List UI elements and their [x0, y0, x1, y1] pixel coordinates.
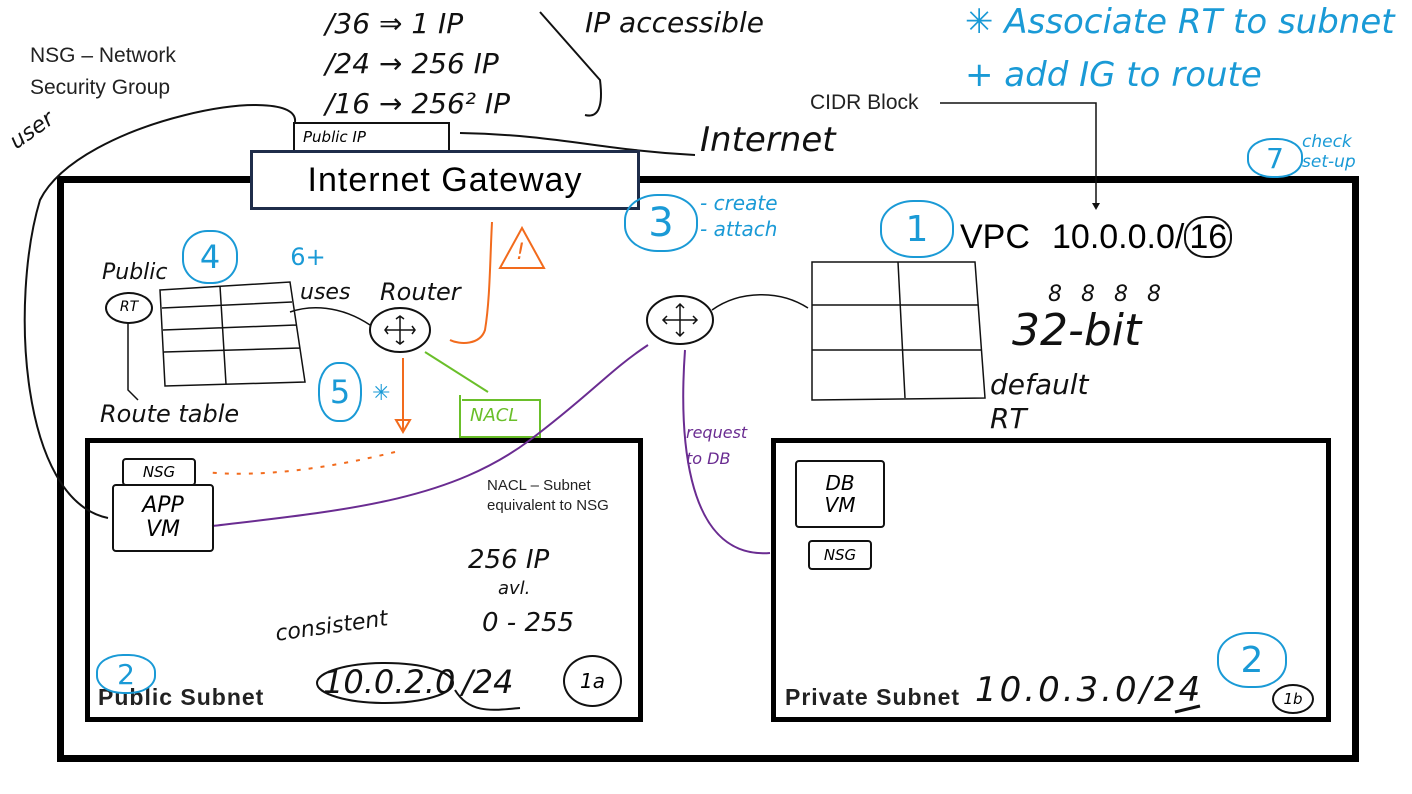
db-vm[interactable]: DB VM	[795, 460, 885, 528]
public-subnet-mask: /24	[462, 663, 514, 701]
app-vm-label2: VM	[145, 517, 181, 542]
step-3-label: 3	[648, 200, 674, 246]
route-table-label: Route table	[100, 400, 240, 428]
step-1: 1	[880, 200, 954, 258]
private-az-label: 1b	[1283, 689, 1303, 708]
step-2a-label: 2	[117, 657, 135, 691]
warning-mark: !	[516, 240, 525, 265]
app-vm-label1: APP	[142, 492, 184, 518]
db-vm-label2: VM	[824, 493, 856, 517]
public-az: 1a	[563, 655, 622, 707]
public-subnet-cidr: 10.0.2.0	[323, 663, 456, 701]
public-az-label: 1a	[580, 669, 605, 693]
default-rt-label: RT	[990, 402, 1027, 435]
32-bit-note: 32-bit	[1012, 305, 1142, 356]
db-nsg: NSG	[808, 540, 872, 570]
step-2-private: 2	[1217, 632, 1287, 688]
uses-label: uses	[300, 280, 351, 305]
ips-256-note: 256 IP	[468, 545, 550, 575]
nacl-label: NACL	[470, 405, 519, 426]
step-2b-label: 2	[1240, 639, 1264, 681]
db-nsg-label: NSG	[823, 545, 857, 564]
step-4-label: 4	[199, 238, 221, 276]
step-3: 3	[624, 194, 698, 252]
step-1-label: 1	[905, 208, 929, 250]
step-7: 7	[1247, 138, 1303, 178]
vpc-cidr-mask: 16	[1184, 216, 1233, 258]
vpc-cidr-value: 10.0.0.0/	[1052, 218, 1185, 256]
router-label: Router	[380, 278, 461, 306]
step-2-public: 2	[96, 654, 156, 694]
step-6-label: 6+	[290, 243, 326, 271]
step-4: 4	[182, 230, 238, 284]
step-7-label: 7	[1266, 141, 1284, 175]
range-note: 0 - 255	[482, 608, 575, 638]
vpc-cidr: 10.0.0.0/16	[1052, 216, 1233, 258]
app-nsg-label: NSG	[142, 462, 176, 481]
private-az: 1b	[1272, 684, 1314, 714]
private-subnet-cidr: 10.0.3.0/24	[975, 670, 1204, 710]
app-vm[interactable]: APP VM	[112, 484, 214, 552]
default-label: default	[990, 368, 1089, 401]
step-6: 6+	[286, 238, 330, 276]
vpc-label: VPC	[960, 218, 1030, 256]
bits-note: 8 8 8 8	[1048, 282, 1167, 307]
step-5-star: ✳	[372, 380, 391, 405]
app-nsg: NSG	[122, 458, 196, 486]
request-to-db-note: request to DB	[686, 423, 748, 468]
default-rt-note: default RT	[990, 368, 1089, 436]
step-5-label: 5	[329, 373, 351, 411]
db-vm-label1: DB	[825, 471, 855, 495]
step-5: 5	[318, 362, 362, 422]
avl-note: avl.	[498, 578, 531, 599]
